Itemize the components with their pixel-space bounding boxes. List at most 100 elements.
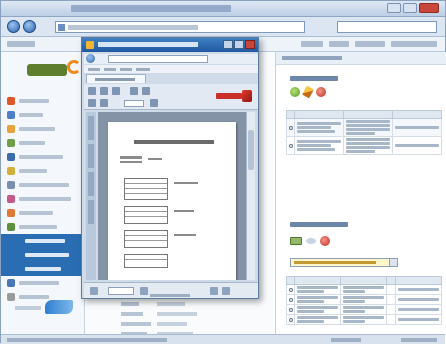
search-icon[interactable]: [130, 87, 138, 95]
address-bar[interactable]: [55, 21, 305, 33]
nav-icon: [7, 223, 15, 231]
tools-menu-button-2[interactable]: [391, 41, 437, 47]
menu-item[interactable]: [104, 68, 116, 71]
bottom-table: [286, 276, 442, 325]
right-panel-header: [276, 52, 446, 65]
popup-app-icon: [86, 41, 94, 49]
chevron-down-icon[interactable]: [389, 259, 397, 266]
zoom-in-icon[interactable]: [150, 99, 158, 107]
fit-width-icon[interactable]: [210, 287, 218, 295]
popup-address-bar[interactable]: [108, 55, 208, 63]
folder-icon[interactable]: [290, 237, 302, 245]
popup-minimize-button[interactable]: [223, 40, 233, 49]
delete-icon[interactable]: [320, 236, 330, 246]
page-number-input[interactable]: [108, 287, 134, 295]
sidebar-item[interactable]: [1, 122, 85, 136]
next-page-icon[interactable]: [140, 287, 148, 295]
page-menu-button[interactable]: [301, 41, 323, 47]
sidebar-item[interactable]: [1, 94, 85, 108]
sidebar-subitem-selected[interactable]: [1, 262, 85, 276]
tools-menu-button[interactable]: [329, 41, 349, 47]
maximize-button[interactable]: [403, 3, 417, 13]
zoom-indicator[interactable]: [401, 338, 437, 342]
select-tool-icon[interactable]: [88, 99, 96, 107]
sidebar-item[interactable]: [1, 206, 85, 220]
save-icon[interactable]: [88, 87, 96, 95]
prev-page-icon[interactable]: [90, 287, 98, 295]
pdf-reader-icon: [242, 90, 252, 102]
pdf-scrollbar[interactable]: [246, 112, 255, 280]
address-text: [68, 25, 198, 30]
sidebar-item[interactable]: [1, 150, 85, 164]
minimize-button[interactable]: [387, 3, 401, 13]
sidebar-item[interactable]: [1, 220, 85, 234]
report-select-value: [294, 261, 376, 264]
email-icon[interactable]: [112, 87, 120, 95]
sidebar-nav: [1, 94, 85, 304]
table-row[interactable]: [286, 314, 442, 325]
security-menu-button[interactable]: [355, 41, 385, 47]
top-toolbar: [290, 85, 326, 99]
attachments-tab[interactable]: [88, 172, 94, 196]
logo-wordmark: [27, 64, 67, 76]
popup-title-bar: [82, 38, 258, 52]
table-row[interactable]: [286, 294, 442, 305]
right-panel: [275, 52, 446, 344]
page-icon: [58, 24, 65, 31]
pages-tab[interactable]: [88, 116, 94, 140]
table-row[interactable]: [286, 136, 442, 155]
zoom-input[interactable]: [124, 100, 144, 107]
menu-item[interactable]: [136, 68, 150, 71]
document-title: [134, 140, 214, 144]
print-icon[interactable]: [100, 87, 108, 95]
sidebar-item[interactable]: [1, 192, 85, 206]
doc-table: [124, 178, 168, 200]
window-controls: [387, 3, 439, 13]
add-icon[interactable]: [290, 87, 300, 97]
pdf-viewer[interactable]: [98, 112, 246, 280]
sidebar-subitem-selected[interactable]: [1, 248, 85, 262]
search-box[interactable]: [337, 21, 437, 33]
menu-item[interactable]: [88, 68, 100, 71]
sidebar-item[interactable]: [1, 108, 85, 122]
popup-close-button[interactable]: [245, 40, 255, 49]
table-row[interactable]: [286, 304, 442, 315]
browser-title: [71, 5, 231, 12]
popup-tab[interactable]: [86, 74, 146, 83]
comments-tab[interactable]: [88, 200, 94, 224]
back-button[interactable]: [7, 20, 20, 33]
table-row[interactable]: [286, 118, 442, 137]
fit-page-icon[interactable]: [222, 287, 230, 295]
sidebar-item[interactable]: [1, 276, 85, 290]
pdf-reader-logo: [216, 90, 252, 102]
sidebar-item[interactable]: [1, 178, 85, 192]
nav-icon: [7, 279, 15, 287]
sidebar-item[interactable]: [1, 164, 85, 178]
link-icon[interactable]: [306, 238, 316, 244]
popup-maximize-button[interactable]: [234, 40, 244, 49]
bookmarks-tab[interactable]: [88, 144, 94, 168]
nav-icon: [7, 181, 15, 189]
report-popup-window: [81, 37, 259, 299]
report-select[interactable]: [290, 258, 398, 267]
favorites-button[interactable]: [7, 41, 35, 47]
sidebar-item[interactable]: [1, 136, 85, 150]
doc-table: [124, 230, 168, 248]
menu-item[interactable]: [120, 68, 132, 71]
partner-logo: [45, 300, 73, 314]
app-logo: [27, 60, 81, 82]
delete-icon[interactable]: [316, 87, 326, 97]
right-panel-heading: [282, 56, 342, 60]
close-button[interactable]: [419, 3, 439, 13]
zoom-out-icon[interactable]: [100, 99, 108, 107]
popup-back-button[interactable]: [86, 54, 95, 63]
top-table: [286, 110, 442, 155]
scrollbar-thumb[interactable]: [248, 130, 254, 170]
section-title: [290, 76, 338, 81]
hand-tool-icon[interactable]: [142, 87, 150, 95]
page-size-label: [150, 294, 190, 297]
edit-icon[interactable]: [302, 85, 314, 99]
sidebar-subitem-selected[interactable]: [1, 234, 85, 248]
forward-button[interactable]: [23, 20, 36, 33]
table-row[interactable]: [286, 284, 442, 295]
